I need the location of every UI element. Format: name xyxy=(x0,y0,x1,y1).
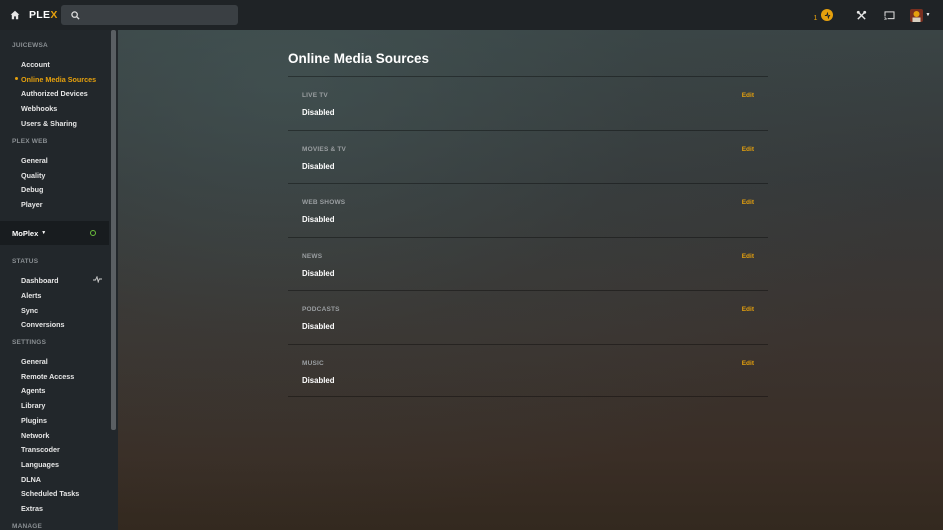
edit-web-shows-button[interactable]: Edit xyxy=(742,199,754,206)
sidebar-item-quality[interactable]: Quality xyxy=(21,171,45,180)
active-indicator xyxy=(15,77,18,80)
sidebar-item-library[interactable]: Library xyxy=(21,401,45,410)
search-input[interactable] xyxy=(86,10,226,20)
source-live-tv: LIVE TV Disabled Edit xyxy=(288,76,768,130)
source-label: MOVIES & TV xyxy=(302,145,347,153)
edit-podcasts-button[interactable]: Edit xyxy=(742,306,754,313)
sidebar-item-player[interactable]: Player xyxy=(21,200,43,209)
server-name: MoPlex xyxy=(12,228,39,238)
top-bar: PLEX 1 ▼ xyxy=(0,0,943,30)
home-icon xyxy=(10,10,20,20)
edit-music-button[interactable]: Edit xyxy=(742,360,754,367)
wrench-icon xyxy=(856,10,866,20)
sidebar-item-online-media-sources[interactable]: Online Media Sources xyxy=(21,75,96,84)
sidebar-item-general[interactable]: General xyxy=(21,357,48,366)
settings-section-heading: SETTINGS xyxy=(12,339,47,346)
source-status: Disabled xyxy=(302,161,335,171)
source-music: MUSIC Disabled Edit xyxy=(288,343,768,397)
main-content: Online Media Sources LIVE TV Disabled Ed… xyxy=(118,30,943,530)
sidebar-item-sync[interactable]: Sync xyxy=(21,306,38,315)
edit-news-button[interactable]: Edit xyxy=(742,253,754,260)
sidebar: JUICEWSA Account Online Media Sources Au… xyxy=(0,30,118,530)
source-podcasts: PODCASTS Disabled Edit xyxy=(288,290,768,344)
sidebar-item-dashboard[interactable]: Dashboard xyxy=(21,276,59,285)
edit-movies-tv-button[interactable]: Edit xyxy=(742,146,754,153)
source-label: LIVE TV xyxy=(302,92,328,99)
settings-button[interactable] xyxy=(847,10,875,21)
sidebar-item-extras[interactable]: Extras xyxy=(21,504,43,513)
sidebar-scrollbar[interactable] xyxy=(111,30,116,430)
source-status: Disabled xyxy=(302,108,335,117)
sidebar-item-plugins[interactable]: Plugins xyxy=(21,416,47,425)
plex-web-section-heading: PLEX WEB xyxy=(12,138,48,145)
edit-live-tv-button[interactable]: Edit xyxy=(742,92,754,99)
chevron-down-icon: ▼ xyxy=(925,12,931,18)
source-status: Disabled xyxy=(302,322,335,331)
logo-text-accent: X xyxy=(50,9,58,21)
sidebar-item-account[interactable]: Account xyxy=(21,60,50,69)
cast-icon xyxy=(883,10,894,20)
source-movies-tv: MOVIES & TV Disabled Edit xyxy=(288,129,768,184)
source-label: PODCASTS xyxy=(302,306,340,313)
source-status: Disabled xyxy=(302,215,335,224)
sidebar-item-web-general[interactable]: General xyxy=(21,156,48,165)
sidebar-item-alerts[interactable]: Alerts xyxy=(21,291,41,300)
activity-pulse-icon xyxy=(93,276,102,283)
sidebar-item-agents[interactable]: Agents xyxy=(21,386,45,395)
source-status: Disabled xyxy=(302,375,335,385)
notification-count: 1 xyxy=(813,14,818,22)
sidebar-item-debug[interactable]: Debug xyxy=(21,185,43,194)
account-section-heading: JUICEWSA xyxy=(12,42,48,49)
source-news: NEWS Disabled Edit xyxy=(288,236,768,291)
sidebar-item-remote-access[interactable]: Remote Access xyxy=(21,372,74,381)
chevron-down-icon: ▼ xyxy=(41,230,47,236)
source-status: Disabled xyxy=(302,268,335,278)
home-button[interactable] xyxy=(1,0,29,30)
sidebar-item-conversions[interactable]: Conversions xyxy=(21,320,65,329)
top-right-actions: 1 ▼ xyxy=(810,0,943,30)
server-online-icon xyxy=(90,230,96,236)
server-selector[interactable]: MoPlex ▼ xyxy=(0,221,109,245)
source-web-shows: WEB SHOWS Disabled Edit xyxy=(288,183,768,237)
sidebar-item-languages[interactable]: Languages xyxy=(21,460,59,469)
page-title: Online Media Sources xyxy=(288,51,430,66)
sidebar-item-webhooks[interactable]: Webhooks xyxy=(21,104,57,113)
activity-icon xyxy=(821,9,834,21)
avatar xyxy=(909,8,923,22)
source-label: NEWS xyxy=(302,252,323,260)
status-section-heading: STATUS xyxy=(12,258,39,265)
sidebar-item-authorized-devices[interactable]: Authorized Devices xyxy=(21,89,88,98)
source-label: WEB SHOWS xyxy=(302,199,346,206)
sidebar-item-network[interactable]: Network xyxy=(21,431,49,440)
sidebar-item-dlna[interactable]: DLNA xyxy=(21,475,41,484)
sidebar-item-transcoder[interactable]: Transcoder xyxy=(21,445,60,454)
notifications-button[interactable]: 1 xyxy=(810,9,838,22)
logo-text-main: PLE xyxy=(29,9,51,21)
search-icon xyxy=(71,10,80,20)
online-sources-list: LIVE TV Disabled Edit MOVIES & TV Disabl… xyxy=(288,76,768,397)
plex-logo[interactable]: PLEX xyxy=(29,9,58,21)
search-bar[interactable] xyxy=(61,5,238,25)
sidebar-item-users-sharing[interactable]: Users & Sharing xyxy=(21,119,77,128)
source-label: MUSIC xyxy=(302,359,324,367)
user-menu-button[interactable]: ▼ xyxy=(903,8,937,22)
manage-section-heading: MANAGE xyxy=(12,523,43,530)
sidebar-item-scheduled-tasks[interactable]: Scheduled Tasks xyxy=(21,489,79,498)
cast-button[interactable] xyxy=(875,10,903,20)
